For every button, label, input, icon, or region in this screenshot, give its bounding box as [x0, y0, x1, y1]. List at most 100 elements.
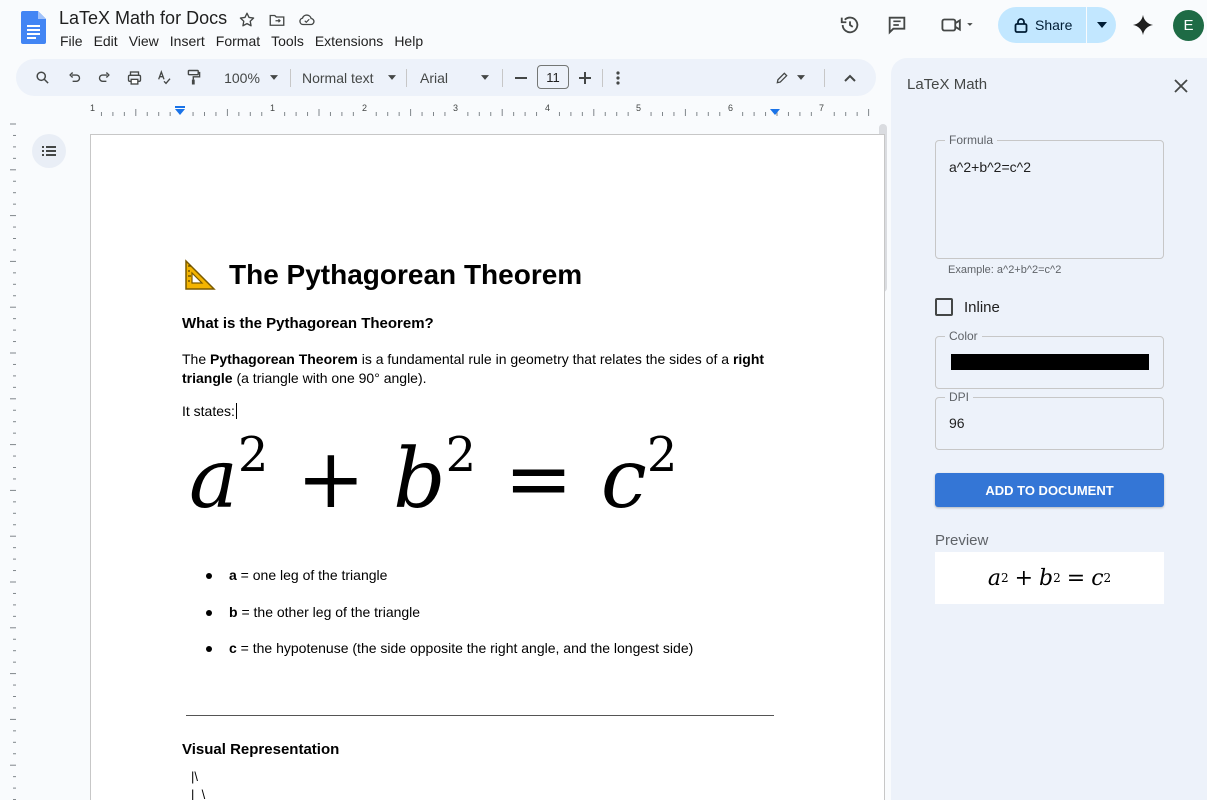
heading-text: The Pythagorean Theorem	[229, 259, 583, 290]
preview-exponent: 2	[1000, 571, 1009, 585]
font-size-input[interactable]: 11	[537, 65, 569, 89]
docs-logo-icon[interactable]	[21, 11, 46, 44]
eq-var-c: c	[600, 432, 647, 527]
font-family-value: Arial	[420, 69, 449, 86]
menu-format[interactable]: Format	[216, 32, 266, 50]
preview-var-c: c	[1091, 565, 1104, 591]
ascii-triangle: |\ | \ a | \ c	[191, 769, 206, 800]
zoom-dropdown-icon	[269, 75, 278, 80]
formula-input[interactable]: a^2+b^2=c^2	[949, 159, 1031, 175]
menu-file[interactable]: File	[60, 32, 89, 50]
horizontal-ruler[interactable]: 1 1 2 3 4 5 6 7	[86, 100, 876, 122]
horizontal-divider	[186, 715, 774, 716]
more-options-icon[interactable]	[610, 59, 626, 96]
states-line: It states:	[182, 403, 237, 419]
add-to-document-button[interactable]: ADD TO DOCUMENT	[935, 473, 1164, 507]
left-indent-marker[interactable]	[175, 109, 185, 115]
para-text: The	[182, 351, 211, 367]
menu-view[interactable]: View	[129, 32, 165, 50]
zoom-value: 100%	[224, 69, 260, 86]
formula-field[interactable]: Formula a^2+b^2=c^2	[935, 133, 1164, 259]
document-outline-icon[interactable]	[32, 134, 66, 168]
latex-math-panel: LaTeX Math Formula a^2+b^2=c^2 Example: …	[891, 58, 1207, 800]
redo-icon[interactable]	[92, 59, 116, 96]
list-var: c	[229, 640, 237, 656]
panel-title: LaTeX Math	[907, 76, 988, 93]
preview-plus: +	[1014, 565, 1034, 591]
inline-checkbox[interactable]	[935, 298, 953, 316]
list-text: = the hypotenuse (the side opposite the …	[236, 640, 694, 656]
comments-icon[interactable]	[879, 7, 915, 43]
gemini-sparkle-icon[interactable]	[1125, 7, 1161, 43]
formula-preview: a 2 + b 2 = c 2	[935, 552, 1164, 604]
subheading: What is the Pythagorean Theorem?	[182, 315, 434, 332]
menu-tools[interactable]: Tools	[271, 32, 310, 50]
paragraph-style-select[interactable]: Normal text	[298, 59, 402, 96]
first-line-indent-marker[interactable]	[175, 106, 185, 108]
color-field[interactable]: Color	[935, 329, 1164, 389]
document-page[interactable]: The Pythagorean Theorem What is the Pyth…	[90, 134, 885, 800]
list-item: a = one leg of the triangle	[205, 567, 693, 604]
document-canvas[interactable]: The Pythagorean Theorem What is the Pyth…	[18, 122, 890, 800]
decrease-font-size-icon[interactable]	[511, 59, 531, 96]
para-bold: Pythagorean Theorem	[210, 351, 358, 367]
vertical-ruler[interactable]	[0, 120, 18, 800]
pencil-icon	[776, 71, 788, 83]
equation-image[interactable]: a2 + b2 = c2	[189, 431, 677, 521]
ruler-number: 1	[90, 103, 95, 113]
eq-exponent: 2	[237, 427, 269, 483]
list-text: = the other leg of the triangle	[237, 603, 421, 620]
menu-help[interactable]: Help	[394, 32, 429, 50]
list-item: b = the other leg of the triangle	[205, 604, 693, 641]
editing-mode-button[interactable]	[770, 59, 810, 96]
paint-format-icon[interactable]	[182, 59, 206, 96]
print-icon[interactable]	[122, 59, 146, 96]
list-item: c = the hypotenuse (the side opposite th…	[205, 640, 693, 677]
ruler-number: 2	[362, 103, 367, 113]
font-family-select[interactable]: Arial	[416, 59, 496, 96]
color-swatch[interactable]	[951, 354, 1149, 370]
dpi-label: DPI	[945, 390, 974, 404]
right-indent-marker[interactable]	[770, 109, 780, 115]
share-main-button[interactable]: Share	[998, 7, 1086, 43]
undo-icon[interactable]	[62, 59, 86, 96]
search-menus-icon[interactable]	[30, 59, 54, 96]
version-history-icon[interactable]	[832, 7, 868, 43]
eq-var-a: a	[189, 432, 238, 527]
ruler-number: 5	[636, 103, 641, 113]
toolbar-divider	[824, 69, 825, 87]
share-label: Share	[1035, 17, 1073, 33]
meet-icon[interactable]	[935, 7, 981, 43]
increase-font-size-icon[interactable]	[575, 59, 595, 96]
move-folder-icon[interactable]	[266, 9, 288, 31]
dpi-field[interactable]: DPI 96	[935, 390, 1164, 450]
definition-list: a = one leg of the triangle b = the othe…	[205, 567, 693, 677]
ruler-number: 7	[819, 103, 824, 113]
user-avatar[interactable]: E	[1173, 10, 1204, 41]
collapse-menus-icon[interactable]	[838, 59, 862, 96]
share-dropdown-icon[interactable]	[1087, 7, 1116, 43]
menu-insert[interactable]: Insert	[170, 32, 211, 50]
toolbar-divider	[290, 69, 291, 87]
close-icon[interactable]	[1169, 74, 1193, 98]
toolbar-divider	[406, 69, 407, 87]
list-text: = one leg of the triangle	[236, 567, 388, 583]
dpi-input[interactable]: 96	[949, 415, 965, 431]
ruler-number: 3	[453, 103, 458, 113]
inline-label: Inline	[964, 298, 1000, 316]
cloud-saved-icon[interactable]	[296, 9, 318, 31]
menu-extensions[interactable]: Extensions	[315, 32, 389, 50]
menu-edit[interactable]: Edit	[94, 32, 124, 50]
spellcheck-icon[interactable]	[152, 59, 176, 96]
section-heading: Visual Representation	[182, 741, 340, 758]
share-button[interactable]: Share	[998, 7, 1116, 43]
document-heading: The Pythagorean Theorem	[183, 258, 582, 292]
zoom-select[interactable]: 100%	[216, 59, 286, 96]
star-icon[interactable]	[236, 9, 258, 31]
inline-option[interactable]: Inline	[935, 298, 1000, 316]
preview-equals: =	[1066, 565, 1086, 591]
document-title[interactable]: LaTeX Math for Docs	[59, 8, 227, 29]
eq-equals: =	[504, 432, 573, 527]
menu-bar: File Edit View Insert Format Tools Exten…	[60, 32, 434, 50]
list-var: b	[229, 603, 238, 620]
